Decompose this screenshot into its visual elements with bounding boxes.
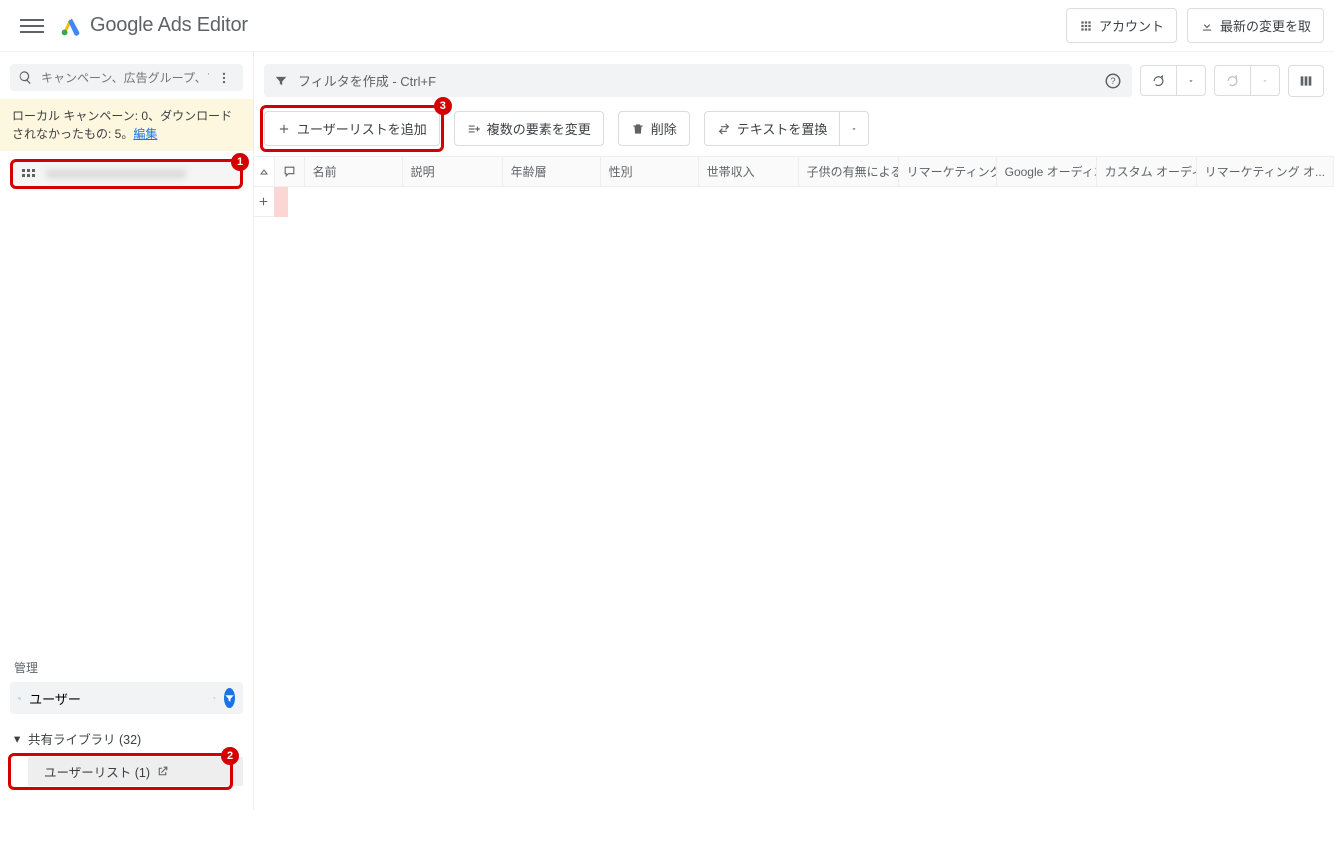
help-icon[interactable]: ? <box>1104 72 1122 90</box>
column-remarketing[interactable]: リマーケティング オ... <box>899 157 997 186</box>
chevron-down-icon: ▾ <box>14 731 24 746</box>
columns-button[interactable] <box>1288 65 1324 97</box>
column-income[interactable]: 世帯収入 <box>699 157 799 186</box>
google-ads-logo-icon <box>60 15 82 37</box>
bulk-edit-button[interactable]: 複数の要素を変更 <box>454 111 604 146</box>
more-icon[interactable] <box>217 71 235 85</box>
app-title: Google Ads Editor <box>60 14 248 37</box>
column-remarketing-2[interactable]: リマーケティング オ... <box>1197 157 1334 186</box>
management-search[interactable] <box>10 682 243 714</box>
undo-dropdown[interactable] <box>1177 66 1205 95</box>
management-search-input[interactable] <box>29 691 205 706</box>
get-changes-button[interactable]: 最新の変更を取 <box>1187 8 1324 43</box>
redo-group <box>1214 65 1280 96</box>
notice-edit-link[interactable]: 編集 <box>133 127 157 141</box>
menu-icon[interactable] <box>20 14 44 38</box>
column-children[interactable]: 子供の有無による... <box>799 157 899 186</box>
column-age[interactable]: 年齢層 <box>503 157 601 186</box>
download-icon <box>1200 19 1214 33</box>
replace-icon <box>717 122 731 136</box>
drag-handle-icon <box>22 169 38 179</box>
column-gender[interactable]: 性別 <box>601 157 699 186</box>
redo-button[interactable] <box>1215 66 1251 95</box>
table-header: 名前 説明 年齢層 性別 世帯収入 子供の有無による... リマーケティング オ… <box>275 157 1334 187</box>
trash-icon <box>631 122 645 136</box>
filter-placeholder: フィルタを作成 - Ctrl+F <box>298 71 436 90</box>
account-button[interactable]: アカウント <box>1066 8 1177 43</box>
notice-banner: ローカル キャンペーン: 0、ダウンロードされなかったもの: 5。編集 <box>0 99 253 151</box>
funnel-icon <box>274 74 288 88</box>
clear-icon[interactable] <box>213 691 216 705</box>
add-user-list-button[interactable]: ユーザーリストを追加 <box>264 111 440 146</box>
replace-text-button[interactable]: テキストを置換 <box>705 112 841 145</box>
search-icon <box>18 691 21 706</box>
campaign-search[interactable] <box>10 64 243 91</box>
annotation-badge-3: 3 <box>434 97 452 115</box>
account-list-item[interactable] <box>10 159 243 189</box>
annotation-badge-2: 2 <box>221 747 239 765</box>
search-icon <box>18 70 33 85</box>
column-description[interactable]: 説明 <box>403 157 503 186</box>
column-comment-icon[interactable] <box>275 157 305 186</box>
bulk-edit-icon <box>467 122 481 136</box>
column-name[interactable]: 名前 <box>305 157 403 186</box>
campaign-search-input[interactable] <box>41 71 209 85</box>
column-google-audience[interactable]: Google オーディエ... <box>997 157 1097 186</box>
tree-child-user-lists[interactable]: ユーザーリスト (1) <box>28 757 243 786</box>
replace-text-dropdown[interactable] <box>840 112 868 145</box>
annotation-badge-1: 1 <box>231 153 249 171</box>
column-custom-audience[interactable]: カスタム オーディエ... <box>1097 157 1197 186</box>
undo-group <box>1140 65 1206 96</box>
sort-toggle[interactable] <box>254 157 275 187</box>
redo-dropdown[interactable] <box>1251 66 1279 95</box>
tree-parent-shared-library[interactable]: ▾ 共有ライブラリ (32) <box>8 724 245 753</box>
open-external-icon[interactable] <box>156 765 169 778</box>
plus-icon <box>257 195 270 208</box>
filter-toggle[interactable] <box>224 688 235 708</box>
filter-bar[interactable]: フィルタを作成 - Ctrl+F ? <box>264 64 1132 97</box>
plus-icon <box>277 122 291 136</box>
error-indicator <box>274 187 288 217</box>
undo-button[interactable] <box>1141 66 1177 95</box>
grid-icon <box>1079 19 1093 33</box>
delete-button[interactable]: 削除 <box>618 111 690 146</box>
triangle-up-icon <box>258 166 270 178</box>
svg-text:?: ? <box>1110 76 1115 86</box>
management-label: 管理 <box>0 649 253 682</box>
redacted-account-name <box>46 169 186 179</box>
columns-icon <box>1298 73 1314 89</box>
add-row-button[interactable] <box>254 187 275 217</box>
